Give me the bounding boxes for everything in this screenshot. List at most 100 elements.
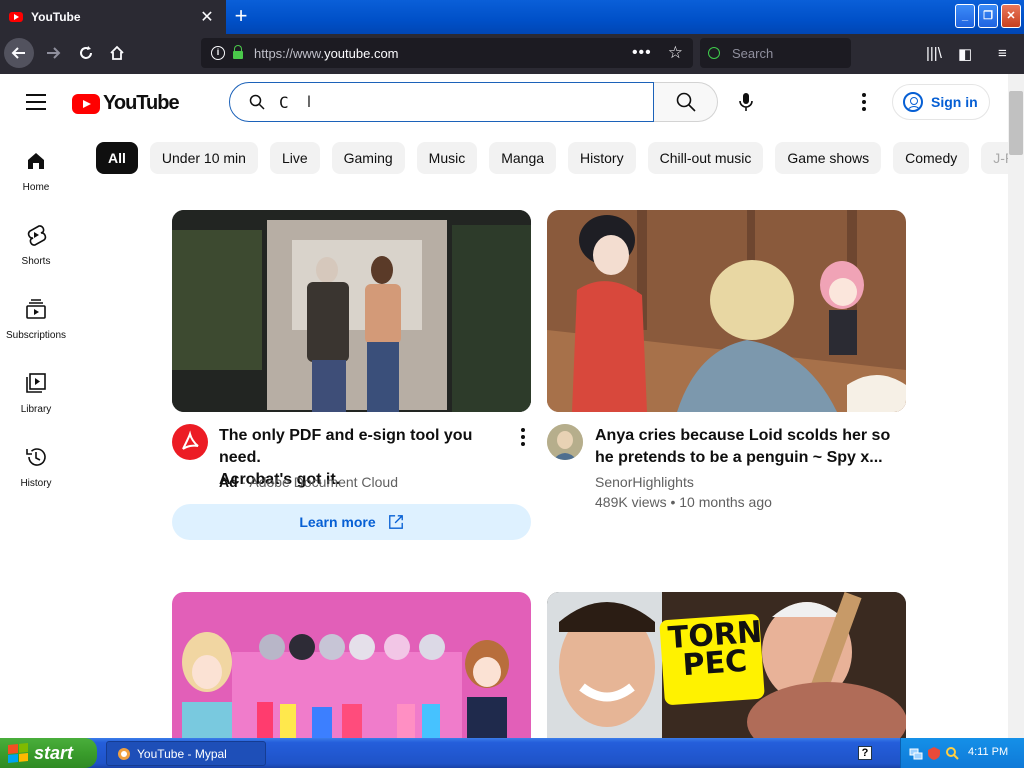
forward-button[interactable] xyxy=(38,38,68,68)
home-icon xyxy=(28,153,44,169)
nav-item-library[interactable]: Library xyxy=(0,352,72,426)
nav-item-shorts[interactable]: Shorts xyxy=(0,204,72,278)
scrollbar-thumb[interactable] xyxy=(1009,91,1023,155)
start-label: start xyxy=(34,742,74,763)
thumbnail-image xyxy=(547,210,906,412)
youtube-play-logo-icon xyxy=(72,93,100,114)
reload-icon xyxy=(80,46,92,59)
thumbnail-image xyxy=(172,210,531,412)
nav-item-subscriptions[interactable]: Subscriptions xyxy=(0,278,72,352)
chip-live[interactable]: Live xyxy=(269,142,320,174)
chip-history[interactable]: History xyxy=(568,142,636,174)
ad-badge: Ad xyxy=(219,474,238,490)
minimize-button[interactable]: _ xyxy=(955,4,975,28)
url-bar[interactable]: i https://www.youtube.com ••• ☆ xyxy=(201,38,693,68)
window-titlebar: YouTube ✕ + _ ❐ ✕ xyxy=(0,0,1024,34)
guide-menu-icon[interactable] xyxy=(26,94,46,110)
start-button[interactable]: start xyxy=(0,738,97,768)
windows-taskbar: start YouTube - Mypal ? 4:11 PM xyxy=(0,738,1024,768)
chip-music[interactable]: Music xyxy=(416,142,478,174)
text-cursor-icon: I xyxy=(306,92,312,111)
back-button[interactable] xyxy=(4,38,34,68)
arrow-left-icon xyxy=(11,47,25,59)
chip-j-pop[interactable]: J-Pop xyxy=(981,142,1008,174)
search-input[interactable]: C I xyxy=(229,82,654,122)
tab-close-button[interactable]: ✕ xyxy=(196,7,218,27)
youtube-logo[interactable]: YouTube xyxy=(72,92,180,115)
account-icon xyxy=(903,92,923,112)
adobe-acrobat-icon xyxy=(182,430,199,450)
microphone-icon xyxy=(739,93,753,111)
meta-separator: · xyxy=(241,474,247,490)
sign-in-button[interactable]: Sign in xyxy=(892,84,990,120)
app-menu-icon[interactable]: ≡ xyxy=(998,45,1007,62)
video-thumbnail-adobe-ad[interactable] xyxy=(172,210,531,412)
avatar[interactable] xyxy=(547,424,583,460)
search-icon xyxy=(676,92,696,112)
reload-button[interactable] xyxy=(71,38,101,68)
history-icon xyxy=(26,448,46,466)
new-tab-button[interactable]: + xyxy=(228,4,254,30)
home-button[interactable] xyxy=(102,38,132,68)
page-actions-icon[interactable]: ••• xyxy=(632,44,652,62)
sidebar-toggle-icon[interactable]: ◧ xyxy=(958,45,972,63)
browser-tab-youtube[interactable]: YouTube ✕ xyxy=(0,0,226,34)
taskbar-item-label: YouTube - Mypal xyxy=(137,746,227,761)
taskbar-item-mypal[interactable]: YouTube - Mypal xyxy=(106,741,266,766)
restore-button[interactable]: ❐ xyxy=(978,4,998,28)
info-icon[interactable]: i xyxy=(211,46,225,60)
nav-item-history[interactable]: History xyxy=(0,426,72,500)
window-close-button[interactable]: ✕ xyxy=(1001,4,1021,28)
shorts-icon xyxy=(27,225,47,246)
arrow-right-icon xyxy=(47,47,61,59)
avatar[interactable] xyxy=(172,424,208,460)
video-thumbnail-dolls[interactable] xyxy=(172,592,531,738)
youtube-logo-text: YouTube xyxy=(103,92,180,114)
chip-comedy[interactable]: Comedy xyxy=(893,142,970,174)
bookmark-star-icon[interactable]: ☆ xyxy=(668,43,683,63)
browser-search-placeholder: Search xyxy=(732,45,774,61)
tab-title: YouTube xyxy=(31,10,81,24)
mypal-app-icon xyxy=(118,747,130,760)
nav-label: History xyxy=(20,478,52,489)
chip-chill-out-music[interactable]: Chill-out music xyxy=(647,142,764,174)
thumbnail-image xyxy=(172,592,531,738)
chip-gaming[interactable]: Gaming xyxy=(331,142,405,174)
tray-search-icon[interactable] xyxy=(945,746,959,760)
channel-name[interactable]: SenorHighlights xyxy=(595,474,694,490)
url-text[interactable]: https://www.youtube.com xyxy=(254,46,632,61)
library-shelf-icon[interactable]: |||\ xyxy=(926,45,942,62)
subscriptions-icon xyxy=(26,299,46,319)
nav-label: Home xyxy=(22,182,50,193)
chip-game-shows[interactable]: Game shows xyxy=(775,142,882,174)
youtube-header: YouTube C I Sign in xyxy=(0,74,1008,130)
browser-search-field[interactable]: Search xyxy=(700,38,851,68)
external-link-icon xyxy=(388,515,403,529)
video-thumbnail-torn-pec[interactable]: TORN PEC xyxy=(547,592,906,738)
nav-label: Shorts xyxy=(21,256,51,267)
video-title[interactable]: Anya cries because Loid scolds her so he… xyxy=(595,425,895,469)
search-button[interactable] xyxy=(654,82,718,122)
settings-more-icon[interactable] xyxy=(852,88,876,116)
sign-in-label: Sign in xyxy=(931,94,978,110)
browser-navbar: i https://www.youtube.com ••• ☆ Search |… xyxy=(0,34,1024,74)
nav-item-home[interactable]: Home xyxy=(0,130,72,204)
video-thumbnail-spy-x-family[interactable] xyxy=(547,210,906,412)
windows-flag-icon xyxy=(8,742,28,764)
security-alert-icon[interactable] xyxy=(927,746,941,760)
help-icon[interactable]: ? xyxy=(858,746,872,760)
video-options-icon[interactable] xyxy=(513,426,533,448)
lock-icon xyxy=(233,45,243,59)
voice-search-button[interactable] xyxy=(728,84,764,120)
learn-more-button[interactable]: Learn more xyxy=(172,504,531,540)
chip-manga[interactable]: Manga xyxy=(489,142,557,174)
system-clock: 4:11 PM xyxy=(968,746,1009,758)
nav-label: Library xyxy=(20,404,52,415)
network-icon[interactable] xyxy=(909,746,923,760)
filter-chips: All Under 10 min Live Gaming Music Manga… xyxy=(96,142,1008,174)
chip-under-10-min[interactable]: Under 10 min xyxy=(149,142,258,174)
search-input-value: C xyxy=(279,92,289,112)
page-scrollbar[interactable] xyxy=(1008,74,1024,738)
channel-name[interactable]: Adobe Document Cloud xyxy=(249,474,398,490)
chip-all[interactable]: All xyxy=(96,142,138,174)
